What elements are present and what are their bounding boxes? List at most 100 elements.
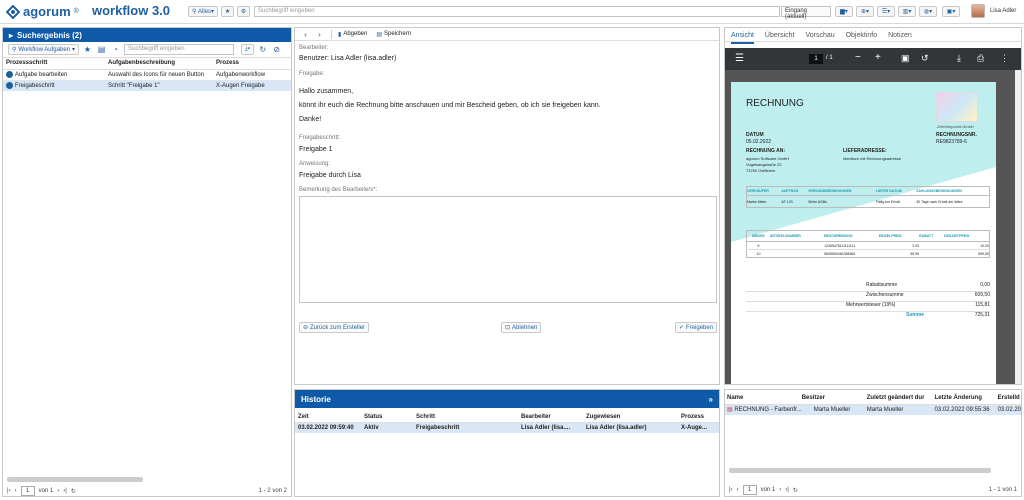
ship-to-value: Identisch mit Rechnungsadresse: [843, 156, 902, 161]
next-page-icon[interactable]: ›: [779, 487, 781, 493]
bell-icon[interactable]: ◔: [110, 44, 121, 55]
user-name[interactable]: Lisa Adler: [990, 8, 1016, 14]
column-header[interactable]: Name: [725, 393, 802, 404]
avatar[interactable]: [971, 4, 985, 18]
list-menu-button[interactable]: ☰▾: [877, 6, 895, 17]
tab-uebersicht[interactable]: Übersicht: [765, 32, 795, 39]
more-icon[interactable]: ⋮: [1000, 53, 1009, 64]
vertical-scrollbar[interactable]: [1015, 70, 1021, 384]
export-button[interactable]: ⤓▾: [241, 44, 255, 55]
table-cell: ▤ RECHNUNG - Farbenfr...: [725, 404, 802, 415]
column-header[interactable]: Erstelld: [998, 393, 1021, 404]
building-menu-button[interactable]: ▥▾: [898, 6, 916, 17]
reject-button[interactable]: ⊡ Ablehnen: [501, 322, 542, 333]
horizontal-scrollbar[interactable]: [7, 477, 143, 482]
logo[interactable]: agorum ®: [6, 4, 79, 19]
first-page-icon[interactable]: |‹: [729, 487, 733, 493]
global-search-input[interactable]: Suchbegriff eingeben: [254, 6, 780, 17]
table-cell: Aufgabe bearbeiten: [3, 69, 108, 80]
company-logo: [936, 92, 978, 122]
add-menu-button[interactable]: ⊕▾: [856, 6, 874, 17]
column-header[interactable]: Prozess: [681, 412, 719, 422]
pdf-toolbar: ☰ 1 / 1 − + ▣ ↺ ⤓ ⎙ ⋮: [725, 48, 1021, 70]
column-header[interactable]: Zeit: [295, 412, 364, 422]
column-header[interactable]: Prozess: [216, 58, 291, 69]
briefcase-menu-button[interactable]: ▣▾: [942, 6, 960, 17]
forward-icon[interactable]: ›: [314, 29, 325, 40]
menu-icon[interactable]: ☰: [735, 53, 744, 64]
favorite-icon[interactable]: ★: [82, 44, 93, 55]
settings-button[interactable]: ⚙: [237, 6, 250, 17]
save-button[interactable]: ▤ Speichern: [376, 31, 411, 38]
page-input[interactable]: 1: [20, 486, 35, 496]
save-icon[interactable]: ▤: [96, 44, 107, 55]
column-header: GESAMTPREIS: [943, 234, 970, 238]
filter-icon: ⚲: [12, 47, 17, 53]
submit-button[interactable]: ▮ Abgeben: [338, 31, 367, 38]
history-header: Historie »: [295, 390, 719, 408]
workflow-tasks-button[interactable]: ⚲ Workflow Aufgaben ▾: [8, 44, 80, 55]
tab-objektinfo[interactable]: Objektinfo: [846, 32, 878, 39]
logo-text: agorum: [23, 4, 71, 19]
column-header[interactable]: Schritt: [416, 412, 521, 422]
table-row[interactable]: ▤ RECHNUNG - Farbenfr... Marta Mueller M…: [725, 404, 1021, 415]
pdf-page-input[interactable]: 1: [809, 54, 823, 64]
refresh-icon[interactable]: ↻: [257, 44, 268, 55]
date-label: DATUM: [746, 132, 764, 138]
collapse-icon[interactable]: »: [709, 395, 713, 404]
prev-page-icon[interactable]: ‹: [15, 488, 17, 494]
save-label: Speichern: [384, 31, 412, 37]
column-header[interactable]: Letzte Änderung: [935, 393, 998, 404]
column-header[interactable]: Aufgabenbeschreibung: [108, 58, 216, 69]
tab-vorschau[interactable]: Vorschau: [805, 32, 834, 39]
table-row[interactable]: Freigabeschritt Schritt "Freigabe 1" X-A…: [3, 80, 291, 91]
first-page-icon[interactable]: |‹: [7, 488, 11, 494]
prev-page-icon[interactable]: ‹: [737, 487, 739, 493]
table-row[interactable]: Aufgabe bearbeiten Auswahl des Icons für…: [3, 69, 291, 80]
table-cell: Freigabeschritt: [416, 424, 460, 431]
refresh-icon[interactable]: ↻: [793, 487, 798, 494]
column-header[interactable]: Status: [364, 412, 416, 422]
comment-textarea[interactable]: [299, 196, 717, 303]
back-to-creator-button[interactable]: ⊖ Zurück zum Ersteller: [299, 322, 370, 333]
zoom-out-icon[interactable]: −: [855, 52, 861, 63]
tab-notizen[interactable]: Notizen: [888, 32, 912, 39]
horizontal-scrollbar[interactable]: [729, 468, 991, 473]
column-header[interactable]: Zuletzt geändert dur: [867, 393, 935, 404]
column-header[interactable]: Bearbeiter: [521, 412, 586, 422]
column-header[interactable]: Zugewiesen: [586, 412, 681, 422]
favorites-button[interactable]: ★: [221, 6, 234, 17]
last-page-icon[interactable]: ›|: [63, 488, 67, 494]
back-icon[interactable]: ‹: [300, 29, 311, 40]
bill-to-line: 73760 Ostfildern: [746, 168, 776, 173]
refresh-icon[interactable]: ↻: [71, 488, 76, 495]
page-input[interactable]: 1: [742, 485, 757, 495]
folder-menu-button[interactable]: ▆▾: [835, 6, 853, 17]
download-icon[interactable]: ⤓: [957, 53, 961, 64]
column-header: ARTIKELNUMMER: [769, 234, 801, 238]
page-count: von 1: [38, 488, 54, 494]
next-page-icon[interactable]: ›: [57, 488, 59, 494]
expand-icon[interactable]: ▸: [9, 31, 13, 40]
total-value: 609,50: [974, 292, 990, 298]
approve-button[interactable]: ✓ Freigeben: [675, 322, 718, 333]
filter-dropdown[interactable]: ⚲ Alles ▾: [188, 6, 218, 17]
print-icon[interactable]: ⎙: [977, 53, 984, 64]
result-search-input[interactable]: Suchbegriff eingeben: [124, 44, 235, 55]
folder-icon: ▆▾: [840, 9, 848, 15]
last-page-icon[interactable]: ›|: [785, 487, 789, 493]
globe-menu-button[interactable]: ◍▾: [919, 6, 937, 17]
fit-page-icon[interactable]: ▣: [901, 53, 910, 64]
inbox-select[interactable]: Eingang (aktuell): [781, 6, 831, 20]
table-cell: AF 123: [781, 199, 793, 204]
block-icon[interactable]: ⊘: [271, 44, 282, 55]
table-cell: 10: [756, 251, 761, 256]
rotate-icon[interactable]: ↺: [921, 53, 929, 64]
column-header[interactable]: Prozessschritt: [3, 58, 108, 69]
search-result-header: ▸ Suchergebnis (2): [3, 28, 291, 42]
table-row[interactable]: 03.02.2022 09:59:40 Aktiv Freigabeschrit…: [295, 422, 719, 433]
history-panel: Historie » Zeit Status Schritt Bearbeite…: [294, 389, 720, 497]
tab-ansicht[interactable]: Ansicht: [731, 32, 754, 44]
zoom-in-icon[interactable]: +: [875, 52, 881, 63]
column-header[interactable]: Besitzer: [802, 393, 867, 404]
